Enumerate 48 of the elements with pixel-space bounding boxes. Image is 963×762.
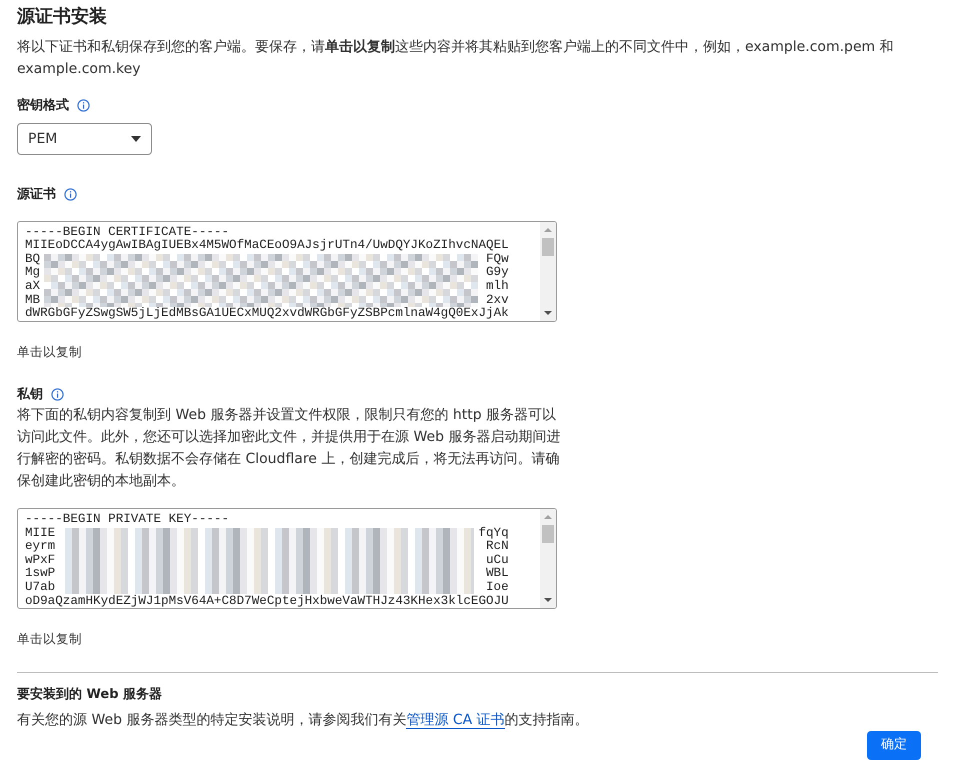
code-fragment: aX — [25, 280, 40, 294]
field-label: 密钥格式 — [17, 96, 69, 115]
scroll-up-icon[interactable] — [543, 226, 553, 234]
code-fragment: FQw — [486, 252, 509, 266]
scroll-down-icon[interactable] — [543, 308, 553, 317]
code-fragment: BQ — [25, 252, 40, 266]
code-fragment: G9y — [486, 266, 509, 280]
info-icon[interactable] — [77, 98, 90, 112]
code-fragment: uCu — [486, 554, 509, 568]
private-key-description: 将下面的私钥内容复制到 Web 服务器并设置文件权限，限制只有您的 http 服务器可以访问此文件。此外，您还可以选择加密此文件，并提供用于在源 Web 服务器启动期间进行解密的密码。私钥数据不会存储在 Cloudflare 上，创建完成后，将无法再访问。请确保创建此密钥的本地副本。 — [17, 406, 562, 492]
scroll-up-icon[interactable] — [543, 513, 553, 522]
scrollbar-thumb[interactable] — [542, 525, 554, 544]
copy-link[interactable]: 单击以复制 — [17, 344, 82, 359]
confirm-button[interactable]: 确定 — [867, 730, 921, 760]
support-link[interactable]: 管理源 CA 证书 — [406, 712, 505, 729]
code-fragment: Ioe — [486, 581, 509, 594]
code-fragment: MIIE — [25, 526, 56, 540]
code-line: -----BEGIN PRIVATE KEY----- — [25, 513, 230, 527]
field-label: 源证书 — [17, 186, 56, 204]
code-fragment: 1swP — [25, 567, 56, 580]
code-fragment: RcN — [486, 540, 509, 554]
page-title: 源证书安装 — [17, 6, 108, 28]
field-label: 私钥 — [17, 386, 43, 404]
info-icon[interactable] — [64, 188, 77, 202]
code-fragment: Mg — [25, 266, 40, 280]
code-fragment: fqYq — [478, 526, 509, 540]
info-icon[interactable] — [51, 388, 64, 401]
code-line: oD9aQzamHKydEZjWJ1pMsV64A+C8D7WeCptejHxbweVaWTHJz43KHex3klcEGOJU — [25, 594, 509, 608]
code-fragment: WBL — [486, 567, 509, 582]
code-fragment: mlh — [486, 280, 509, 294]
private-key-textarea[interactable]: -----BEGIN PRIVATE KEY----- MIIE fqYq eyrm RcN wPxF uCu 1swP WBL U7ab Ioe oD9aQzamHKydEZjWJ1pMsV64A+C8D7WeCptejHxbweVaWTHJz43KHex3klcEGOJU — [17, 508, 557, 610]
code-line: MIIEoDCCA4ygAwIBAgIUEBx4M5WOfMaCEoO9AJsjrUTn4/UwDQYJKoZIhvcNAQEL — [25, 239, 509, 253]
format-select[interactable]: PEM — [17, 123, 152, 156]
section-heading: 要安装到的 Web 服务器 — [17, 686, 164, 704]
code-fragment: wPxF — [25, 554, 56, 568]
code-line: -----BEGIN CERTIFICATE----- — [25, 226, 230, 239]
scroll-down-icon[interactable] — [543, 596, 553, 604]
scrollbar-thumb[interactable] — [542, 238, 554, 256]
code-fragment: eyrm — [25, 540, 56, 554]
code-line: dWRGbGFyZSwgSW5jLjEdMBsGA1UECxMUQ2xvdWRGbGFyZSBPcmlnaW4gQ0ExJjAk — [25, 307, 509, 321]
copy-link[interactable]: 单击以复制 — [17, 631, 82, 646]
code-fragment: 2xv — [486, 294, 509, 307]
certificate-textarea[interactable]: -----BEGIN CERTIFICATE----- MIIEoDCCA4ygAwIBAgIUEBx4M5WOfMaCEoO9AJsjrUTn4/UwDQYJKoZIhvcNAQEL BQ FQw Mg G9y aX mlh MB 2xv dWRGbGFyZSwgSW5jLjEdMBsGA1UECxMUQ2xvdWRGbGFyZSBPcmlnaW4gQ0ExJjAk — [17, 220, 557, 322]
intro-text: 将以下证书和私钥保存到您的客户端。要保存，请单击以复制这些内容并将其粘贴到您客户端上的不同文件中，例如，example.com.pem 和 example.com.key — [17, 38, 895, 79]
code-fragment: U7ab — [25, 581, 56, 594]
support-text: 有关您的源 Web 服务器类型的特定安装说明，请参阅我们有关管理源 CA 证书的支持指南。 — [17, 710, 590, 731]
caret-icon — [131, 136, 141, 142]
code-fragment: MB — [25, 294, 40, 307]
